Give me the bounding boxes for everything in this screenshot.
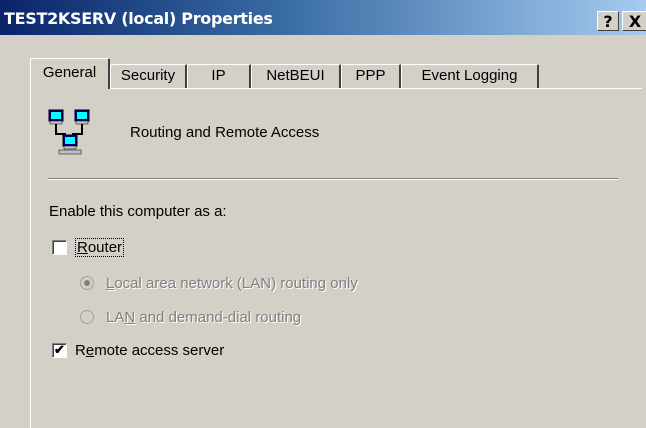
window-title: TEST2KSERV (local) Properties [4, 9, 273, 28]
checkmark-icon: ✔ [54, 342, 65, 357]
remote-access-checkbox[interactable]: ✔ [52, 342, 67, 358]
demand-dial-label[interactable]: LAN and demand-dial routing [106, 309, 301, 326]
close-button[interactable]: X [622, 11, 646, 31]
tab-event-logging[interactable]: Event Logging [401, 64, 539, 88]
general-tab-panel [30, 88, 642, 428]
tab-ip[interactable]: IP [187, 64, 251, 88]
tab-security[interactable]: Security [110, 64, 187, 88]
demand-dial-radio[interactable] [80, 310, 94, 324]
tab-ppp[interactable]: PPP [341, 64, 401, 88]
service-name: Routing and Remote Access [130, 124, 320, 141]
separator [48, 178, 618, 180]
router-checkbox[interactable] [52, 240, 67, 255]
tab-general[interactable]: General [30, 58, 110, 89]
router-label[interactable]: Router [75, 238, 125, 257]
title-bar[interactable]: TEST2KSERV (local) Properties ? X [0, 0, 646, 35]
lan-routing-radio[interactable] [80, 276, 94, 290]
tab-netbeui[interactable]: NetBEUI [251, 64, 341, 88]
network-computers-icon [48, 109, 90, 155]
enable-label: Enable this computer as a: [49, 203, 227, 220]
help-button[interactable]: ? [597, 11, 619, 31]
lan-routing-label[interactable]: Local area network (LAN) routing only [106, 275, 358, 292]
radio-selected-dot [84, 280, 90, 286]
remote-access-label[interactable]: Remote access server [75, 342, 224, 359]
